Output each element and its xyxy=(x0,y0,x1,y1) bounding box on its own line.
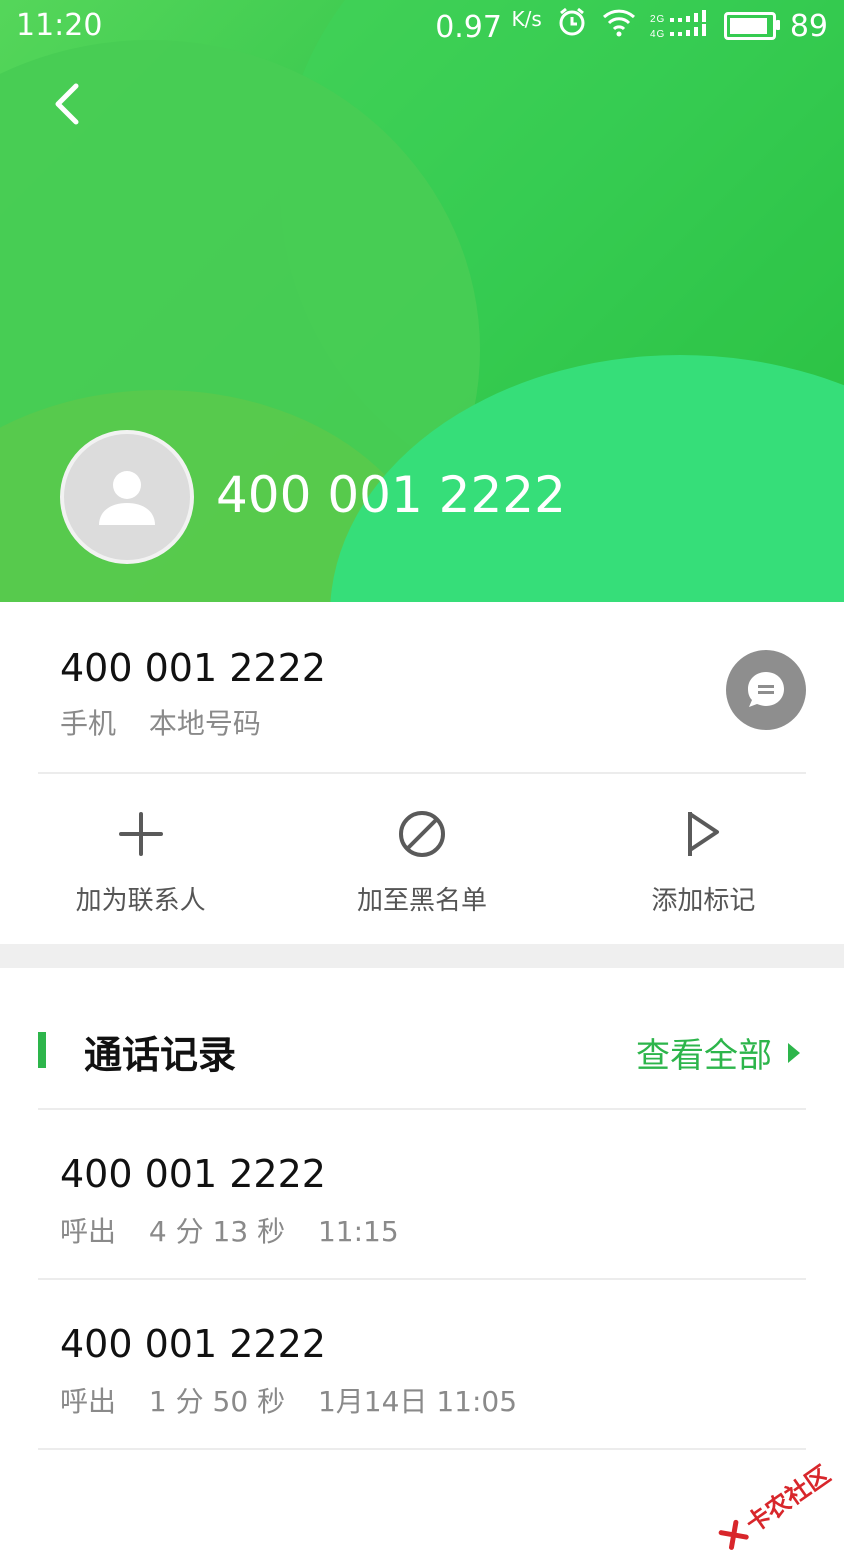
svg-text:4G: 4G xyxy=(650,29,665,40)
chevron-right-icon xyxy=(788,1042,800,1063)
plus-icon xyxy=(118,812,163,856)
status-icons: 0.97 K/s 2G 4G 89 xyxy=(435,6,828,46)
section-separator xyxy=(0,944,844,968)
battery-icon xyxy=(723,12,780,40)
call-time: 11:15 xyxy=(317,1215,399,1248)
add-contact-label: 加为联系人 xyxy=(75,886,206,916)
block-icon xyxy=(398,811,445,857)
svg-text:2G: 2G xyxy=(650,14,665,25)
number-info: 手机 本地号码 xyxy=(60,702,285,742)
section-accent-bar xyxy=(38,1032,46,1068)
watermark: 卡农社区 xyxy=(713,1455,836,1556)
add-tag-button[interactable]: 添加标记 xyxy=(563,792,844,922)
alarm-icon xyxy=(556,6,588,46)
network-speed-unit: K/s xyxy=(511,7,542,31)
back-button[interactable] xyxy=(44,78,96,130)
send-message-button[interactable] xyxy=(726,650,806,730)
call-duration: 1 分 50 秒 xyxy=(148,1385,286,1418)
status-time: 11:20 xyxy=(16,8,103,43)
message-icon xyxy=(748,672,784,707)
back-arrow-icon xyxy=(55,83,79,125)
battery-level: 89 xyxy=(789,8,828,44)
cellular-signal-icon: 2G 4G xyxy=(650,9,710,43)
network-speed-value: 0.97 xyxy=(435,10,502,45)
call-duration: 4 分 13 秒 xyxy=(148,1215,286,1248)
divider xyxy=(38,1448,806,1450)
view-all-label: 查看全部 xyxy=(636,1036,772,1076)
call-time: 1月14日 11:05 xyxy=(317,1385,518,1418)
number-card: 400 001 2222 手机 本地号码 加为联系人 加至黑名单 添加标记 xyxy=(0,602,844,944)
avatar xyxy=(60,430,194,564)
wifi-icon xyxy=(602,7,636,45)
call-number: 400 001 2222 xyxy=(60,1152,326,1196)
contact-header: 11:20 0.97 K/s 2G 4G 89 400 001 2222 xyxy=(0,0,844,602)
phone-number: 400 001 2222 xyxy=(60,646,326,690)
status-bar: 11:20 0.97 K/s 2G 4G 89 xyxy=(0,0,844,52)
call-direction: 呼出 xyxy=(60,1385,117,1418)
call-log-header: 通话记录 查看全部 xyxy=(0,1000,844,1100)
call-details: 呼出 4 分 13 秒 11:15 xyxy=(60,1210,423,1250)
number-location: 本地号码 xyxy=(148,707,261,740)
add-contact-button[interactable]: 加为联系人 xyxy=(0,792,281,922)
network-speed: 0.97 K/s xyxy=(435,7,542,45)
header-phone-number: 400 001 2222 xyxy=(216,466,566,524)
call-details: 呼出 1 分 50 秒 1月14日 11:05 xyxy=(60,1380,541,1420)
number-type: 手机 xyxy=(60,707,117,740)
view-all-link[interactable]: 查看全部 xyxy=(636,1028,800,1077)
add-blacklist-label: 加至黑名单 xyxy=(356,886,487,916)
add-blacklist-button[interactable]: 加至黑名单 xyxy=(281,792,562,922)
call-log-title: 通话记录 xyxy=(84,1033,237,1077)
flag-icon xyxy=(688,812,720,856)
watermark-text: 卡农社区 xyxy=(740,1460,836,1539)
call-log-item[interactable]: 400 001 2222 呼出 4 分 13 秒 11:15 xyxy=(0,1110,844,1280)
action-row: 加为联系人 加至黑名单 添加标记 xyxy=(0,792,844,922)
add-tag-label: 添加标记 xyxy=(651,886,756,916)
call-log-item[interactable]: 400 001 2222 呼出 1 分 50 秒 1月14日 11:05 xyxy=(0,1280,844,1450)
call-direction: 呼出 xyxy=(60,1215,117,1248)
divider xyxy=(38,772,806,774)
call-number: 400 001 2222 xyxy=(60,1322,326,1366)
person-icon xyxy=(99,471,155,525)
